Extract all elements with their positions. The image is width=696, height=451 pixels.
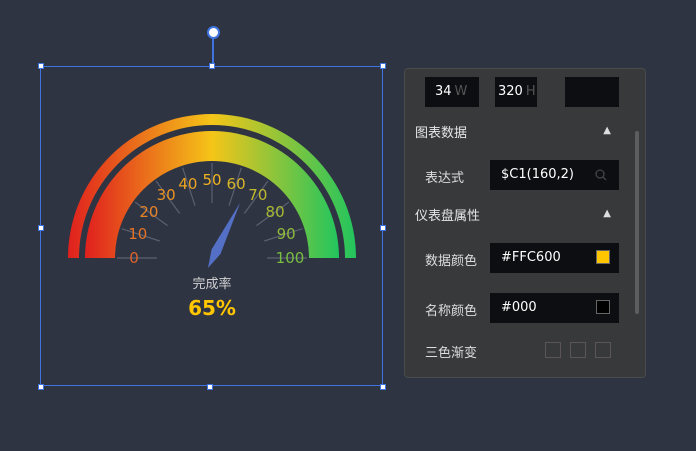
- tri-gradient-label: 三色渐变: [425, 346, 478, 361]
- data-color-swatch[interactable]: [596, 250, 610, 264]
- width-value: 34: [435, 84, 452, 99]
- data-color-label: 数据颜色: [425, 254, 478, 269]
- rotate-handle[interactable]: [207, 26, 220, 39]
- data-color-value: #FFC600: [501, 250, 561, 265]
- expression-value: $C1(160,2): [501, 167, 574, 182]
- extra-input[interactable]: [565, 77, 619, 107]
- search-icon[interactable]: [595, 169, 607, 181]
- name-color-label: 名称颜色: [425, 304, 478, 319]
- height-input[interactable]: 320 H: [495, 77, 537, 107]
- scrollbar[interactable]: [635, 131, 639, 314]
- gradient-color-3[interactable]: [595, 342, 611, 358]
- name-color-value: #000: [501, 300, 537, 315]
- name-color-input[interactable]: #000: [490, 293, 619, 323]
- height-unit: H: [525, 84, 536, 99]
- resize-handle-e[interactable]: [380, 225, 386, 231]
- width-input[interactable]: 34 W: [425, 77, 479, 107]
- width-unit: W: [454, 84, 468, 99]
- collapse-chevron-icon[interactable]: ▲: [603, 208, 611, 219]
- collapse-chevron-icon[interactable]: ▲: [603, 125, 611, 136]
- section-gauge-props[interactable]: 仪表盘属性: [415, 205, 480, 224]
- gradient-color-1[interactable]: [545, 342, 561, 358]
- expression-input[interactable]: $C1(160,2): [490, 160, 619, 190]
- resize-handle-w[interactable]: [38, 225, 44, 231]
- gradient-color-2[interactable]: [570, 342, 586, 358]
- section-chart-data[interactable]: 图表数据: [415, 122, 467, 141]
- resize-handle-se[interactable]: [380, 384, 386, 390]
- rotate-handle-line: [212, 36, 214, 66]
- resize-handle-nw[interactable]: [38, 63, 44, 69]
- data-color-input[interactable]: #FFC600: [490, 243, 619, 273]
- expression-label: 表达式: [425, 171, 465, 186]
- resize-handle-sw[interactable]: [38, 384, 44, 390]
- resize-handle-ne[interactable]: [380, 63, 386, 69]
- name-color-swatch[interactable]: [596, 300, 610, 314]
- selection-box[interactable]: [40, 66, 383, 386]
- resize-handle-s[interactable]: [207, 384, 213, 390]
- resize-handle-n[interactable]: [209, 63, 215, 69]
- height-value: 320: [498, 84, 523, 99]
- properties-panel: 34 W 320 H 图表数据 ▲ 表达式 $C1(160,2) 仪表盘属性 ▲ 数…: [404, 68, 646, 378]
